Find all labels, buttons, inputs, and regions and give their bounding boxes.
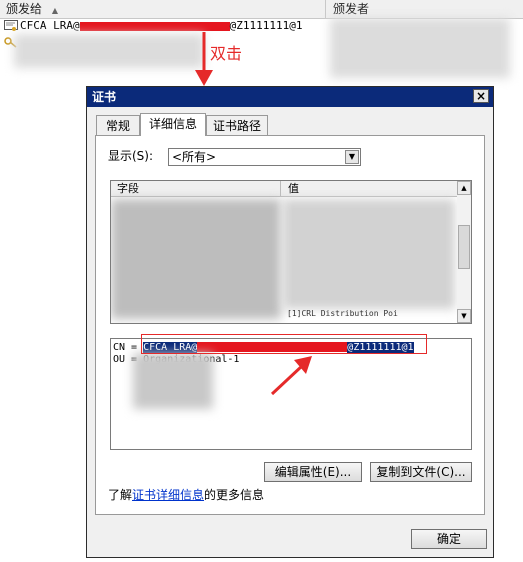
details-panel: 显示(S): <所有> ▼ 字段 值 [1]CRL Distribution P… (95, 135, 485, 515)
cert-list-item[interactable]: CFCA LRA@ @Z1111111@1 (0, 18, 330, 34)
tab-general[interactable]: 常规 (96, 115, 140, 135)
column-field[interactable]: 字段 (111, 181, 281, 197)
close-button[interactable]: × (473, 89, 489, 103)
ok-button[interactable]: 确定 (411, 529, 487, 549)
tab-cert-path[interactable]: 证书路径 (206, 115, 268, 135)
column-value[interactable]: 值 (282, 181, 457, 197)
cert-details-link[interactable]: 证书详细信息 (132, 488, 204, 502)
field-value-fragment: [1]CRL Distribution Poi (287, 309, 398, 318)
list-header: 颁发给 ▲ 颁发者 (0, 0, 523, 19)
show-select[interactable]: <所有> ▼ (168, 148, 361, 166)
blurred-issuer (330, 18, 510, 78)
field-list-header: 字段 值 (111, 181, 457, 197)
chevron-down-icon[interactable]: ▼ (345, 150, 359, 164)
more-info-text: 了解证书详细信息的更多信息 (108, 486, 264, 503)
certificate-dialog: 证书 × 常规 详细信息 证书路径 显示(S): <所有> ▼ 字段 值 [1]… (86, 86, 494, 558)
sort-up-icon: ▲ (51, 6, 58, 15)
scroll-down-icon[interactable]: ▼ (457, 309, 471, 323)
dialog-titlebar[interactable]: 证书 × (87, 87, 493, 107)
column-issued-by[interactable]: 颁发者 (327, 0, 523, 18)
blurred-value (133, 353, 213, 409)
column-issued-to[interactable]: 颁发给 ▲ (0, 0, 326, 18)
highlight-annotation-box (141, 334, 427, 354)
show-select-value: <所有> (172, 150, 217, 164)
column-issued-by-label: 颁发者 (333, 2, 370, 16)
more-info-suffix: 的更多信息 (204, 488, 265, 502)
tab-details[interactable]: 详细信息 (140, 113, 206, 136)
copy-to-file-button[interactable]: 复制到文件(C)... (370, 462, 472, 482)
blurred-fields (111, 199, 281, 319)
column-issued-to-label: 颁发给 (6, 2, 43, 16)
blurred-values (283, 199, 455, 309)
more-info-prefix: 了解 (108, 488, 133, 502)
field-list-scrollbar[interactable]: ▲ ▼ (457, 181, 471, 323)
show-label: 显示(S): (108, 149, 154, 163)
arrow-up-right-icon (270, 356, 312, 396)
blurred-list-item (14, 34, 204, 68)
cert-name-suffix: @Z1111111@1 (229, 19, 303, 32)
field-list[interactable]: 字段 值 [1]CRL Distribution Poi ▲ ▼ (110, 180, 472, 324)
arrow-down-icon (195, 32, 213, 86)
certificate-icon (4, 20, 18, 31)
scroll-up-icon[interactable]: ▲ (457, 181, 471, 195)
dialog-title: 证书 (92, 90, 117, 104)
scroll-thumb[interactable] (458, 225, 470, 269)
cn-label: CN = (113, 342, 144, 353)
edit-properties-button[interactable]: 编辑属性(E)... (264, 462, 362, 482)
cert-name-prefix: CFCA LRA@ (20, 19, 80, 32)
